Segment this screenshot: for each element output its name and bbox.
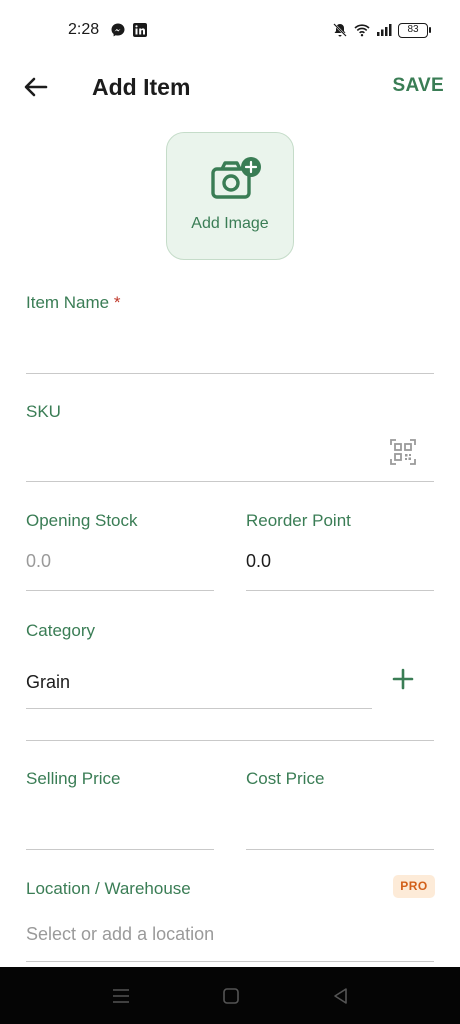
category-label: Category (26, 621, 95, 640)
page-title: Add Item (92, 74, 191, 100)
status-time: 2:28 (68, 21, 100, 38)
item-name-underline (26, 373, 434, 374)
app-bar: Add Item SAVE (0, 62, 460, 112)
sku-label: SKU (26, 402, 61, 421)
cost-price-input[interactable] (246, 802, 434, 848)
add-category-plus-icon[interactable] (388, 664, 418, 694)
item-name-input[interactable] (26, 325, 434, 373)
status-bar: 2:28 83 (0, 0, 460, 62)
location-label: Location / Warehouse (26, 879, 191, 898)
reorder-point-input[interactable]: 0.0 (246, 545, 434, 589)
selling-price-underline (26, 849, 214, 850)
signal-icon (377, 24, 392, 36)
reorder-point-label: Reorder Point (246, 511, 351, 530)
camera-plus-icon (211, 157, 261, 199)
back-arrow-icon[interactable] (20, 72, 52, 102)
save-button[interactable]: SAVE (392, 75, 444, 97)
selling-price-label: Selling Price (26, 769, 121, 788)
recents-icon[interactable] (110, 985, 132, 1007)
opening-stock-label: Opening Stock (26, 511, 138, 530)
add-image-button[interactable]: Add Image (166, 132, 294, 260)
home-icon[interactable] (220, 985, 242, 1007)
messenger-icon (111, 23, 125, 37)
item-name-label: Item Name * (26, 293, 121, 312)
wifi-icon (354, 24, 370, 37)
pro-badge: PRO (393, 875, 435, 898)
linkedin-icon (133, 23, 147, 37)
opening-stock-input[interactable]: 0.0 (26, 545, 214, 589)
category-underline (26, 708, 372, 709)
sku-input[interactable] (26, 434, 382, 480)
reorder-point-underline (246, 590, 434, 591)
sku-underline (26, 481, 434, 482)
back-triangle-icon[interactable] (330, 985, 352, 1007)
opening-stock-underline (26, 590, 214, 591)
qr-scan-icon[interactable] (388, 437, 418, 467)
location-input[interactable]: Select or add a location (26, 915, 434, 961)
category-select[interactable]: Grain (26, 664, 372, 708)
cost-price-label: Cost Price (246, 769, 325, 788)
section-divider (26, 740, 434, 741)
battery-icon: 83 (398, 22, 431, 38)
cost-price-underline (246, 849, 434, 850)
required-mark: * (113, 293, 121, 312)
location-underline (26, 961, 434, 962)
add-image-label: Add Image (191, 215, 269, 232)
selling-price-input[interactable] (26, 802, 214, 848)
mute-icon (333, 23, 347, 37)
system-nav-bar (0, 967, 460, 1024)
